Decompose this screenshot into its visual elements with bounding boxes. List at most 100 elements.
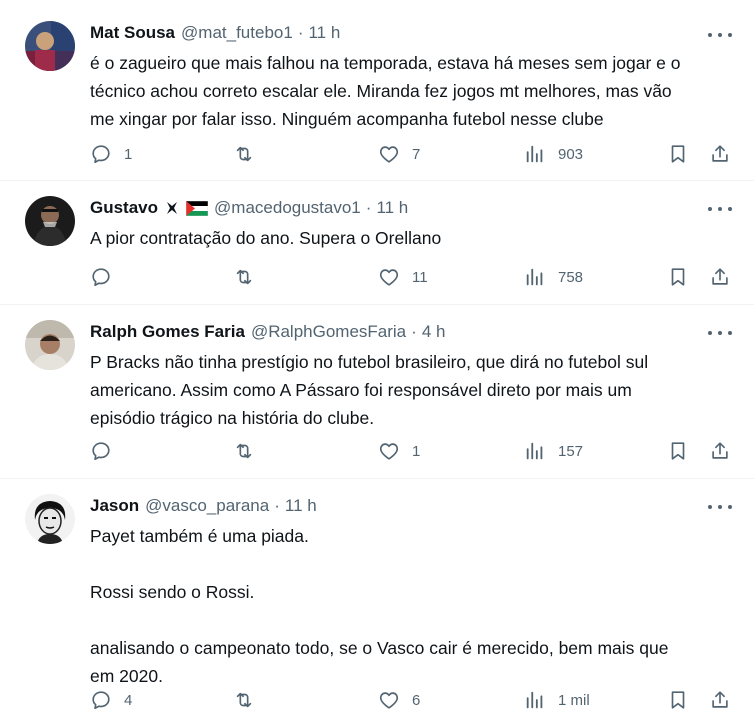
like-button[interactable]: 6	[378, 688, 420, 712]
retweet-button[interactable]	[233, 265, 267, 289]
like-button[interactable]: 7	[378, 142, 420, 166]
views-button[interactable]: 157	[524, 439, 583, 463]
reply-icon	[92, 145, 110, 164]
author-name[interactable]: Gustavo	[90, 198, 158, 218]
retweet-icon	[236, 269, 252, 285]
retweet-button[interactable]	[233, 688, 267, 712]
separator-dot: ·	[297, 23, 304, 42]
reply-feed: Mat Sousa @mat_futebo1 · 11 h é o zaguei…	[0, 0, 754, 722]
more-options-icon[interactable]	[708, 500, 732, 514]
heart-icon	[379, 443, 399, 460]
bookmark-button[interactable]	[667, 439, 689, 463]
tweet[interactable]: Ralph Gomes Faria @RalphGomesFaria · 4 h…	[0, 305, 754, 479]
retweet-icon	[236, 146, 252, 162]
share-icon	[712, 145, 728, 162]
separator-dot: ·	[411, 322, 417, 341]
tweet[interactable]: Jason @vasco_parana · 11 h Payet também …	[0, 479, 754, 722]
tweet-text: é o zagueiro que mais falhou na temporad…	[90, 53, 681, 129]
more-options-icon[interactable]	[708, 202, 732, 216]
tweet-text: P Bracks não tinha prestígio no futebol …	[90, 352, 649, 428]
share-button[interactable]	[709, 688, 731, 712]
like-count: 6	[412, 691, 421, 709]
reply-icon	[92, 691, 110, 710]
retweet-icon	[236, 443, 252, 459]
view-count: 903	[558, 145, 584, 163]
share-icon	[712, 691, 728, 708]
share-button[interactable]	[709, 439, 731, 463]
tweet-header: Jason @vasco_parana · 11 h	[90, 494, 734, 518]
like-count: 11	[412, 268, 428, 286]
heart-icon	[379, 146, 399, 163]
analytics-icon	[526, 691, 543, 709]
reply-button[interactable]: 1	[90, 142, 132, 166]
analytics-icon	[526, 268, 543, 286]
reply-count: 4	[124, 691, 133, 709]
share-icon	[712, 268, 728, 285]
tweet-text: Payet também é uma piada. Rossi sendo o …	[90, 526, 669, 686]
bookmark-icon	[671, 145, 685, 163]
like-button[interactable]: 1	[378, 439, 420, 463]
separator-dot: ·	[274, 496, 280, 515]
reply-icon	[92, 268, 110, 287]
tweet-actions: 1 157	[0, 439, 754, 463]
view-count: 1 mil	[558, 691, 590, 709]
tweet-actions: 1 7 903	[0, 142, 754, 166]
tweet-text: A pior contratação do ano. Supera o Orel…	[90, 228, 442, 248]
reply-button[interactable]: 4	[90, 688, 132, 712]
bookmark-icon	[671, 268, 685, 286]
avatar[interactable]	[25, 21, 75, 71]
timestamp[interactable]: 11 h	[285, 496, 317, 516]
retweet-icon	[236, 692, 252, 708]
bookmark-button[interactable]	[667, 265, 689, 289]
avatar[interactable]	[25, 196, 75, 246]
bookmark-icon	[671, 691, 685, 709]
author-handle[interactable]: @macedogustavo1	[214, 198, 361, 218]
retweet-button[interactable]	[233, 439, 267, 463]
reply-button[interactable]	[90, 265, 124, 289]
views-button[interactable]: 1 mil	[524, 688, 590, 712]
tweet-actions: 4 6 1 mil	[0, 688, 754, 712]
avatar[interactable]	[25, 494, 75, 544]
view-count: 758	[558, 268, 584, 286]
timestamp[interactable]: 11 h	[308, 23, 340, 43]
timestamp[interactable]: 11 h	[376, 198, 408, 218]
heart-icon	[379, 692, 399, 709]
author-name[interactable]: Ralph Gomes Faria	[90, 322, 245, 342]
tweet[interactable]: Mat Sousa @mat_futebo1 · 11 h é o zaguei…	[0, 0, 754, 181]
separator-dot: ·	[365, 198, 372, 217]
share-icon	[712, 442, 728, 459]
palestine-flag-icon	[186, 200, 209, 216]
analytics-icon	[526, 145, 543, 163]
analytics-icon	[526, 442, 543, 460]
like-count: 1	[412, 442, 421, 460]
bookmark-button[interactable]	[667, 688, 689, 712]
timestamp[interactable]: 4 h	[422, 322, 446, 342]
author-name[interactable]: Mat Sousa	[90, 23, 175, 43]
like-count: 7	[412, 145, 421, 163]
tweet[interactable]: Gustavo @macedogustavo1 · 11 h A pior co…	[0, 181, 754, 305]
retweet-button[interactable]	[233, 142, 267, 166]
tweet-header: Gustavo @macedogustavo1 · 11 h	[90, 196, 734, 220]
author-handle[interactable]: @vasco_parana	[145, 496, 269, 516]
views-button[interactable]: 903	[524, 142, 583, 166]
heart-icon	[379, 269, 399, 286]
view-count: 157	[558, 442, 584, 460]
reply-icon	[92, 442, 110, 461]
author-name[interactable]: Jason	[90, 496, 139, 516]
more-options-icon[interactable]	[708, 326, 732, 340]
tweet-actions: 11 758	[0, 265, 754, 289]
more-options-icon[interactable]	[708, 28, 732, 42]
like-button[interactable]: 11	[378, 265, 428, 289]
reply-button[interactable]	[90, 439, 124, 463]
bookmark-icon	[671, 442, 685, 460]
tweet-header: Ralph Gomes Faria @RalphGomesFaria · 4 h	[90, 320, 734, 344]
share-button[interactable]	[709, 265, 731, 289]
tweet-header: Mat Sousa @mat_futebo1 · 11 h	[90, 21, 734, 45]
bookmark-button[interactable]	[667, 142, 689, 166]
author-handle[interactable]: @RalphGomesFaria	[251, 322, 406, 342]
views-button[interactable]: 758	[524, 265, 583, 289]
share-button[interactable]	[709, 142, 731, 166]
cross-pattee-icon	[164, 200, 180, 216]
author-handle[interactable]: @mat_futebo1	[181, 23, 293, 43]
avatar[interactable]	[25, 320, 75, 370]
